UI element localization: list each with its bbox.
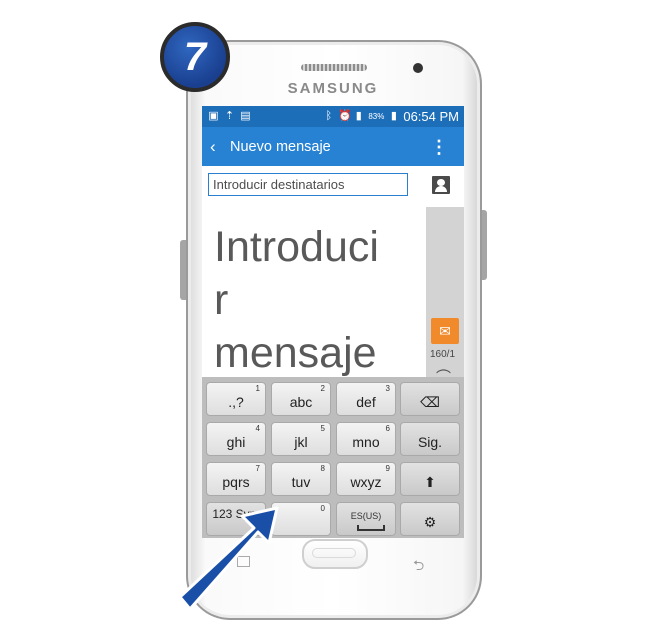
message-placeholder-line: mensaje: [214, 329, 377, 377]
key-ghi[interactable]: 4 ghi: [206, 422, 266, 456]
gear-icon: ⚙: [423, 514, 437, 530]
key-tuv[interactable]: 8 tuv: [271, 462, 331, 496]
contact-picker-icon[interactable]: [432, 176, 450, 194]
clock: 06:54 PM: [403, 109, 459, 124]
front-camera: [413, 63, 423, 73]
key-next[interactable]: Sig.: [400, 422, 460, 456]
status-bar: ▣ ⇡ ▤ ᛒ ⏰ ▮ 83% ▮ 06:54 PM: [202, 106, 464, 127]
upload-icon: ⇡: [224, 110, 235, 122]
speaker-grille: [301, 64, 367, 71]
key-wxyz[interactable]: 9 wxyz: [336, 462, 396, 496]
battery-percent: 83%: [368, 112, 385, 121]
send-mail-icon: ✉: [439, 323, 451, 339]
app-bar: ‹ Nuevo mensaje ⋮: [202, 127, 464, 166]
signal-icon: ▮: [355, 110, 362, 122]
pointer-arrow-icon: [180, 506, 279, 609]
space-icon: [357, 525, 385, 531]
power-button: [482, 210, 487, 280]
bluetooth-icon: ᛒ: [325, 110, 333, 122]
shift-icon: ⬆: [424, 474, 436, 490]
back-key-icon[interactable]: ⮌: [413, 555, 424, 579]
page-title: Nuevo mensaje: [230, 138, 331, 155]
key-abc[interactable]: 2 abc: [271, 382, 331, 416]
recipient-row: [202, 166, 464, 208]
image-icon: ▣: [208, 110, 219, 122]
send-button[interactable]: ✉: [431, 318, 459, 344]
key-pqrs[interactable]: 7 pqrs: [206, 462, 266, 496]
message-placeholder-line: r: [214, 276, 229, 324]
character-counter: 160/1: [430, 349, 456, 360]
key-shift[interactable]: ⬆: [400, 462, 460, 496]
more-options-icon[interactable]: ⋮: [430, 138, 448, 156]
key-backspace[interactable]: ⌫: [400, 382, 460, 416]
battery-icon: ▮: [390, 110, 397, 122]
key-punctuation[interactable]: 1.,?: [206, 382, 266, 416]
message-placeholder-line: Introduci: [214, 223, 379, 271]
home-button[interactable]: [302, 539, 368, 569]
file-icon: ▤: [240, 110, 251, 122]
brand-logo: SAMSUNG: [287, 80, 379, 97]
key-language-space[interactable]: ES(US): [336, 502, 396, 536]
back-arrow-icon[interactable]: ‹: [210, 138, 224, 155]
message-input[interactable]: Introduci r mensaje: [202, 207, 426, 377]
key-jkl[interactable]: 5 jkl: [271, 422, 331, 456]
phone-screen: ▣ ⇡ ▤ ᛒ ⏰ ▮ 83% ▮ 06:54 PM ‹ Nuevo mensa…: [202, 106, 464, 538]
alarm-icon: ⏰: [338, 110, 353, 122]
backspace-icon: ⌫: [420, 394, 440, 410]
step-badge: 7: [160, 22, 230, 92]
key-settings[interactable]: ⚙: [400, 502, 460, 536]
recipient-input[interactable]: [208, 173, 408, 196]
key-mno[interactable]: 6 mno: [336, 422, 396, 456]
key-def[interactable]: 3 def: [336, 382, 396, 416]
